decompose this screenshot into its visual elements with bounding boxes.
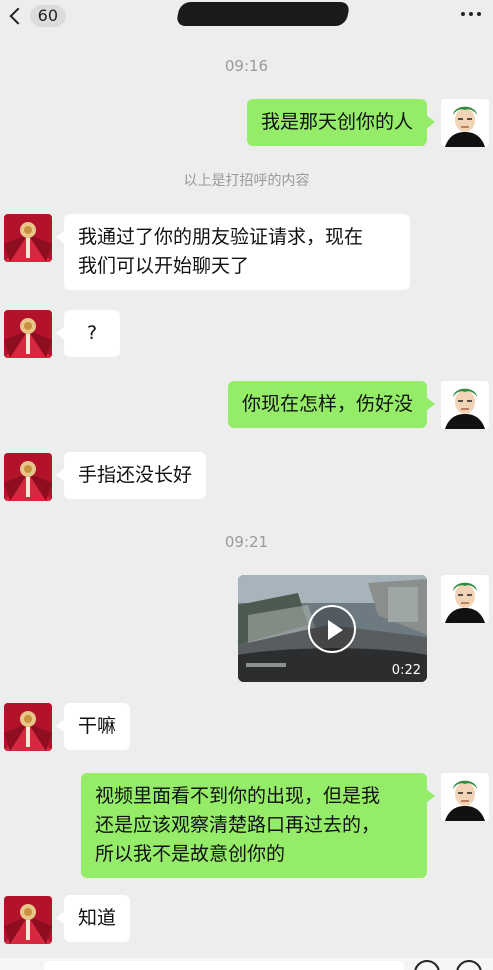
red-fan-flower-avatar-icon: [4, 453, 52, 501]
play-icon[interactable]: [308, 605, 356, 653]
message-bubble-contact[interactable]: 知道: [55, 895, 131, 942]
timestamp: 09:16: [224, 57, 269, 75]
system-notice: 以上是打招呼的内容: [183, 173, 310, 189]
redacted-chat-title: [175, 2, 351, 26]
unread-count-badge: 60: [29, 5, 66, 27]
more-dot-icon: [461, 12, 465, 16]
video-message[interactable]: 0:22: [238, 575, 427, 682]
red-fan-flower-avatar-icon: [4, 214, 52, 262]
contact-avatar[interactable]: [4, 703, 52, 751]
red-fan-flower-avatar-icon: [4, 896, 52, 944]
green-haired-character-avatar-icon: [441, 773, 489, 821]
message-input[interactable]: [44, 961, 404, 970]
contact-avatar[interactable]: [4, 453, 52, 501]
green-haired-character-avatar-icon: [441, 99, 489, 147]
more-dot-icon: [477, 12, 481, 16]
contact-avatar[interactable]: [4, 214, 52, 262]
self-avatar[interactable]: [441, 99, 489, 147]
contact-avatar[interactable]: [4, 896, 52, 944]
message-bubble-contact[interactable]: ?: [56, 310, 120, 357]
message-bubble-self[interactable]: 视频里面看不到你的出现，但是我 还是应该观察清楚路口再过去的， 所以我不是故意创…: [81, 773, 435, 878]
more-options-button[interactable]: [461, 12, 481, 16]
message-bubble-contact[interactable]: 手指还没长好: [55, 452, 207, 499]
green-haired-character-avatar-icon: [441, 575, 489, 623]
message-bubble-contact[interactable]: 我通过了你的朋友验证请求，现在 我们可以开始聊天了: [56, 214, 410, 290]
self-avatar[interactable]: [441, 575, 489, 623]
self-avatar[interactable]: [441, 381, 489, 429]
message-bubble-contact[interactable]: 干嘛: [55, 703, 131, 750]
self-avatar[interactable]: [441, 773, 489, 821]
red-fan-flower-avatar-icon: [4, 703, 52, 751]
contact-avatar[interactable]: [4, 310, 52, 358]
red-fan-flower-avatar-icon: [4, 310, 52, 358]
message-bubble-self[interactable]: 我是那天创你的人: [246, 99, 436, 146]
green-haired-character-avatar-icon: [441, 381, 489, 429]
video-duration: 0:22: [391, 663, 421, 678]
back-button[interactable]: 60: [6, 4, 66, 28]
chevron-left-icon: [9, 7, 27, 25]
timestamp: 09:21: [224, 533, 269, 551]
chat-header: 60: [0, 0, 493, 30]
message-bubble-self[interactable]: 你现在怎样，伤好没: [227, 381, 436, 428]
more-dot-icon: [469, 12, 473, 16]
